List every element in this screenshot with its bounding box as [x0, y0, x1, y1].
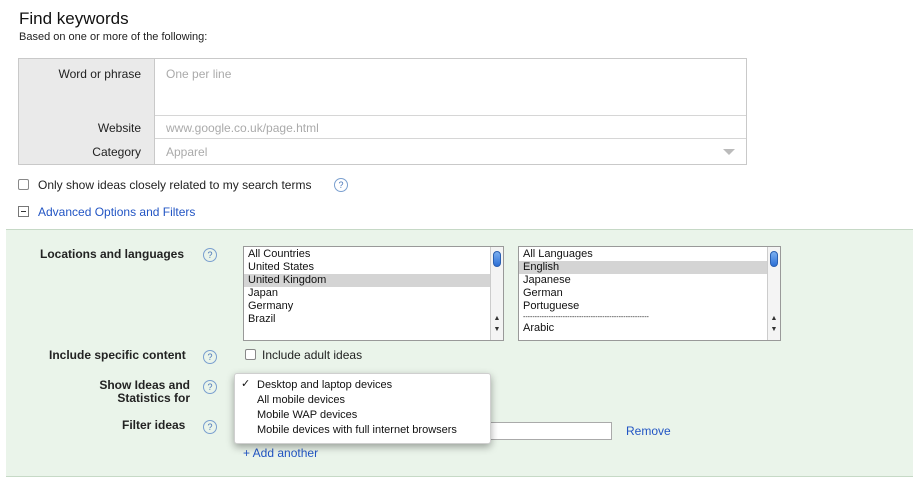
category-value: Apparel [166, 145, 208, 159]
include-adult-checkbox[interactable] [245, 349, 256, 360]
scroll-thumb[interactable] [770, 251, 778, 267]
remove-link[interactable]: Remove [626, 424, 671, 438]
scroll-down-icon[interactable]: ▼ [769, 326, 779, 333]
language-option[interactable]: Arabic [519, 322, 767, 335]
check-icon: ✓ [241, 378, 251, 390]
country-option[interactable]: All Countries [244, 248, 490, 261]
category-label: Category [92, 145, 141, 159]
country-option[interactable]: Germany [244, 300, 490, 313]
include-content-label: Include specific content [49, 348, 186, 362]
languages-scrollbar[interactable]: ▲ ▼ [767, 247, 780, 340]
scroll-thumb[interactable] [493, 251, 501, 267]
countries-listbox[interactable]: All Countries United States United Kingd… [243, 246, 504, 341]
minus-box-icon[interactable] [18, 206, 29, 217]
scroll-up-icon[interactable]: ▲ [769, 315, 779, 322]
add-another-link[interactable]: + Add another [243, 446, 318, 460]
divider [155, 115, 746, 116]
website-label: Website [97, 121, 141, 135]
show-ideas-label-line2: Statistics for [117, 391, 190, 405]
help-icon[interactable]: ? [203, 380, 217, 394]
scroll-up-icon[interactable]: ▲ [492, 315, 502, 322]
language-option[interactable]: Portuguese [519, 300, 767, 313]
device-option[interactable]: Mobile devices with full internet browse… [257, 423, 457, 438]
languages-listbox[interactable]: All Languages English Japanese German Po… [518, 246, 781, 341]
keyword-form: Word or phrase One per line Website www.… [18, 58, 747, 165]
show-ideas-label: Show Ideas and Statistics for [90, 379, 190, 405]
device-option[interactable]: Mobile WAP devices [257, 408, 357, 423]
filter-ideas-label: Filter ideas [122, 418, 186, 432]
page-subtitle: Based on one or more of the following: [19, 31, 208, 43]
help-icon[interactable]: ? [203, 350, 217, 364]
country-option[interactable]: Japan [244, 287, 490, 300]
language-option[interactable]: German [519, 287, 767, 300]
language-option[interactable]: All Languages [519, 248, 767, 261]
filter-ideas-input[interactable] [482, 422, 612, 440]
help-icon[interactable]: ? [203, 248, 217, 262]
only-show-label: Only show ideas closely related to my se… [38, 178, 312, 192]
page-title: Find keywords [19, 9, 129, 28]
device-dropdown-menu[interactable]: ✓ Desktop and laptop devices All mobile … [234, 373, 491, 444]
help-icon[interactable]: ? [334, 178, 348, 192]
country-option-selected[interactable]: United Kingdom [244, 274, 490, 287]
language-option[interactable]: Japanese [519, 274, 767, 287]
panel-footer [6, 476, 913, 487]
country-option[interactable]: Brazil [244, 313, 490, 326]
word-or-phrase-input[interactable]: One per line [166, 67, 736, 112]
only-show-checkbox[interactable] [18, 179, 29, 190]
locations-languages-label: Locations and languages [40, 247, 185, 261]
website-input[interactable]: www.google.co.uk/page.html [166, 121, 736, 135]
device-option-selected[interactable]: Desktop and laptop devices [257, 378, 392, 393]
countries-scrollbar[interactable]: ▲ ▼ [490, 247, 503, 340]
device-option[interactable]: All mobile devices [257, 393, 345, 408]
include-adult-label: Include adult ideas [262, 348, 363, 362]
language-option-selected[interactable]: English [519, 261, 767, 274]
chevron-down-icon [723, 149, 735, 155]
help-icon[interactable]: ? [203, 420, 217, 434]
scroll-down-icon[interactable]: ▼ [492, 326, 502, 333]
advanced-options-link[interactable]: Advanced Options and Filters [38, 205, 195, 219]
language-separator: ----------------------------------------… [523, 314, 649, 321]
country-option[interactable]: United States [244, 261, 490, 274]
word-or-phrase-label: Word or phrase [58, 67, 141, 81]
category-select[interactable]: Apparel [155, 139, 746, 164]
